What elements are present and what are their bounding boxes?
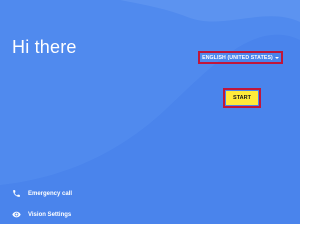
start-button-highlight: START [223,88,261,108]
eye-icon [12,211,21,218]
greeting-title: Hi there [12,37,77,57]
chevron-down-icon [274,56,279,59]
phone-icon [13,190,20,197]
setup-welcome-screen: Hi there ENGLISH (UNITED STATES) START E… [0,0,300,224]
emergency-call-button[interactable]: Emergency call [12,189,72,198]
start-button[interactable]: START [226,91,258,105]
language-label: ENGLISH (UNITED STATES) [202,54,273,61]
vision-settings-label: Vision Settings [28,211,72,218]
vision-settings-button[interactable]: Vision Settings [12,210,71,219]
emergency-call-label: Emergency call [28,190,73,197]
language-dropdown[interactable]: ENGLISH (UNITED STATES) [198,51,283,64]
